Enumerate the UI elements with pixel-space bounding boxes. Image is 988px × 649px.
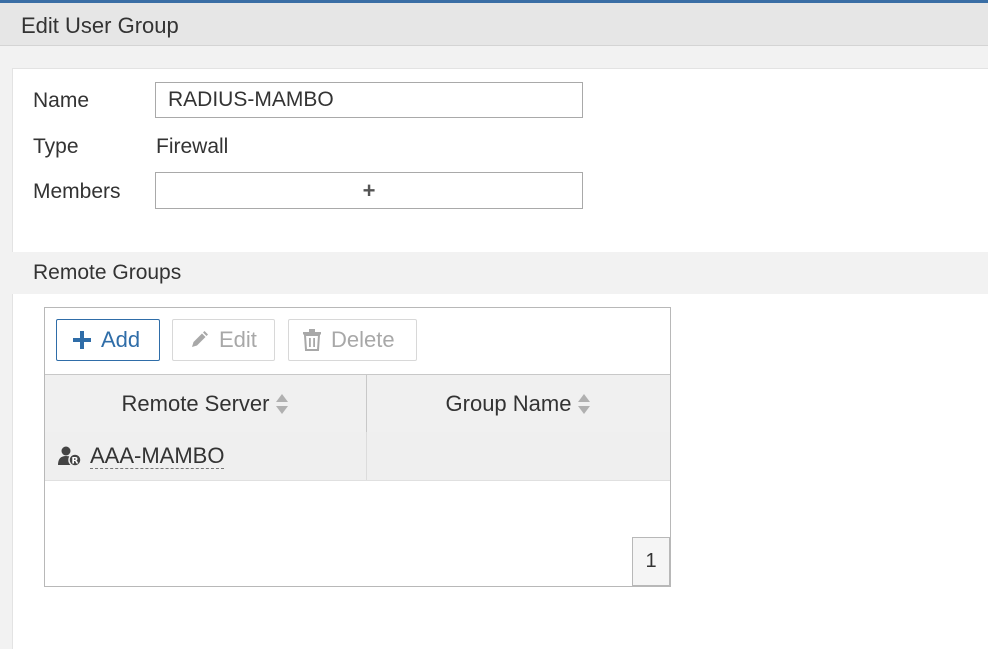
column-header-label: Remote Server: [121, 390, 270, 416]
name-input[interactable]: [155, 82, 583, 118]
delete-button[interactable]: Delete: [288, 319, 417, 361]
remote-groups-title: Remote Groups: [33, 261, 182, 284]
table-row[interactable]: R AAA-MAMBO: [45, 432, 670, 481]
delete-button-label: Delete: [331, 327, 395, 352]
edit-button-label: Edit: [219, 327, 257, 352]
svg-text:R: R: [72, 457, 79, 467]
add-button-label: Add: [101, 327, 141, 352]
add-button[interactable]: Add: [56, 319, 160, 361]
members-label: Members: [33, 180, 121, 203]
remote-groups-section-header: Remote Groups: [12, 252, 988, 294]
sort-icon: [275, 393, 289, 415]
table-header: Remote Server Group Name: [45, 374, 670, 433]
remote-server-cell: R AAA-MAMBO: [45, 432, 367, 480]
page-header: Edit User Group: [0, 3, 988, 46]
edit-button[interactable]: Edit: [172, 319, 275, 361]
type-value: Firewall: [156, 135, 229, 158]
plus-icon: +: [362, 177, 376, 203]
type-label: Type: [33, 135, 79, 158]
column-header-remote-server[interactable]: Remote Server: [45, 375, 367, 432]
remote-server-link[interactable]: AAA-MAMBO: [90, 443, 225, 469]
pencil-icon: [189, 330, 209, 350]
trash-icon: [303, 329, 321, 351]
members-field[interactable]: +: [155, 172, 583, 209]
page-title: Edit User Group: [21, 13, 179, 38]
radius-server-icon: R: [58, 445, 82, 467]
page-number-button[interactable]: 1: [632, 537, 670, 586]
column-header-group-name[interactable]: Group Name: [367, 375, 670, 432]
name-label: Name: [33, 89, 90, 112]
plus-icon: [73, 331, 91, 349]
remote-groups-table: Add Edit Delete Remote Server Group Name: [44, 307, 671, 587]
column-header-label: Group Name: [445, 390, 572, 416]
group-name-cell: [367, 432, 670, 480]
sort-icon: [577, 393, 591, 415]
